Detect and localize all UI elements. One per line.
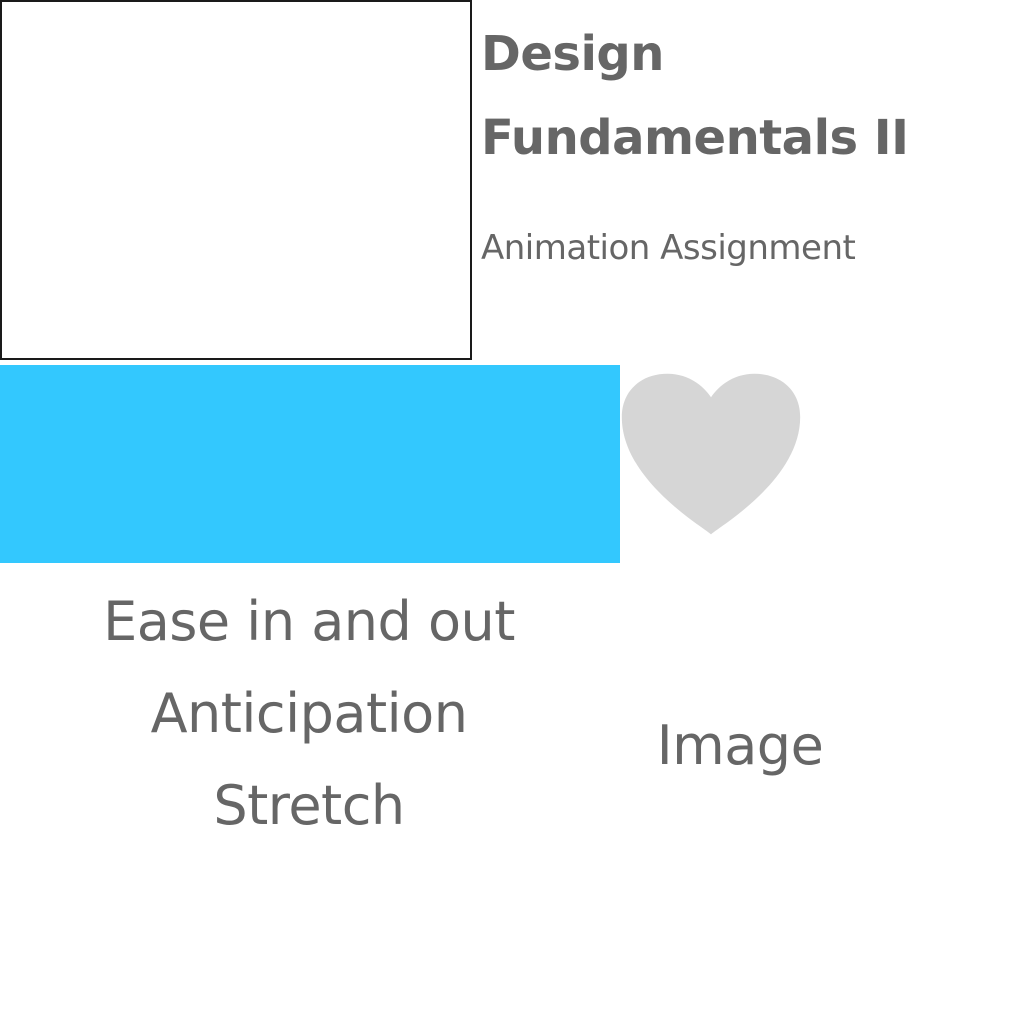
heart-shape	[621, 373, 801, 535]
principle-stretch: Stretch	[213, 774, 405, 837]
page-title: Design Fundamentals II	[481, 26, 909, 166]
principles-list: Ease in and out Anticipation Stretch	[0, 576, 618, 852]
principle-anticipation: Anticipation	[150, 682, 468, 745]
page-subtitle: Animation Assignment	[481, 228, 856, 268]
animated-bar	[0, 365, 620, 563]
image-label: Image	[656, 714, 824, 777]
principle-ease: Ease in and out	[103, 590, 515, 653]
heart-icon	[621, 373, 801, 535]
empty-frame	[0, 0, 472, 360]
